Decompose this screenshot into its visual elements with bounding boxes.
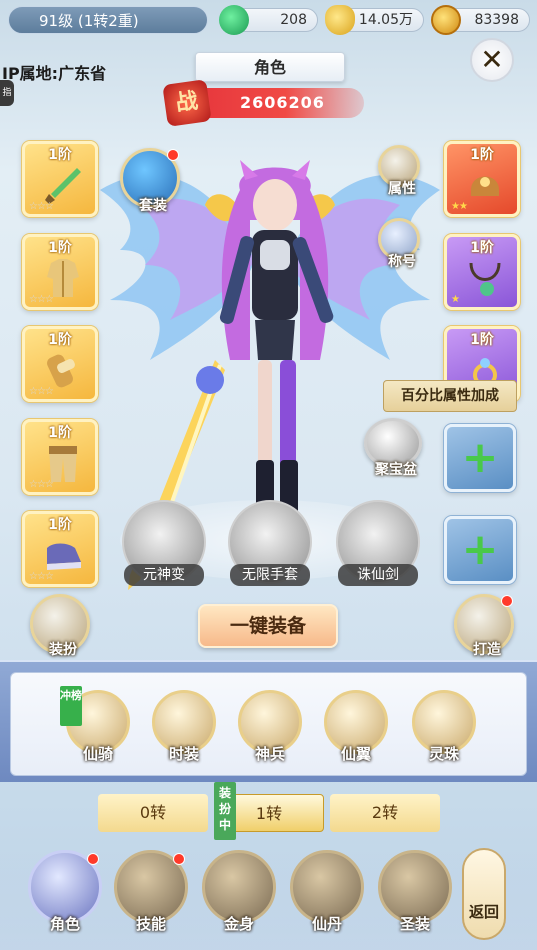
attributes-button[interactable]: 属性 xyxy=(378,145,420,197)
equip-slot-armor[interactable]: 1阶 ☆☆☆ xyxy=(22,234,98,310)
category-costume[interactable]: 时装 xyxy=(152,690,216,763)
sword-icon xyxy=(45,168,81,204)
equip-slot-empty-1[interactable]: + xyxy=(444,424,516,492)
add-icon: + xyxy=(461,524,499,575)
suit-label: 套装 xyxy=(139,198,167,214)
notification-dot xyxy=(501,595,513,607)
slot-stars: ☆☆☆ xyxy=(29,479,54,490)
nav-label: 圣装 xyxy=(399,915,430,933)
jade-resource[interactable]: 208 xyxy=(219,5,318,35)
slot-stars: ☆☆☆ xyxy=(29,201,54,212)
equipped-tag: 装扮中 xyxy=(214,782,236,840)
slot-tier: 1阶 xyxy=(48,147,72,163)
page-title: 角色 xyxy=(195,52,345,82)
coin-resource[interactable]: 83398 xyxy=(431,5,530,35)
equip-slot-leggings[interactable]: 1阶 ☆☆☆ xyxy=(22,419,98,495)
slot-stars: ☆☆☆ xyxy=(29,386,54,397)
notification-dot xyxy=(87,853,99,865)
dress-label: 装扮 xyxy=(49,642,77,658)
percent-bonus-tooltip: 百分比属性加成 xyxy=(383,380,517,412)
category-label: 仙骑 xyxy=(82,745,113,763)
slot-tier: 1阶 xyxy=(48,425,72,441)
close-icon: ✕ xyxy=(480,43,504,76)
rank-tag: 冲榜 xyxy=(60,686,82,726)
necklace-icon xyxy=(469,262,501,296)
nav-skills[interactable]: 技能 xyxy=(114,850,188,933)
combat-power-value: 2606206 xyxy=(240,93,325,112)
slot-tier: 1阶 xyxy=(48,517,72,533)
slot-stars: ☆☆☆ xyxy=(29,571,54,582)
ip-location: IP属地:广东省 xyxy=(2,64,107,83)
nav-label: 角色 xyxy=(49,915,80,933)
nav-holy-armor[interactable]: 圣装 xyxy=(378,850,452,933)
treasure-bowl-button[interactable]: 聚宝盆 xyxy=(364,418,422,478)
nav-label: 技能 xyxy=(135,915,166,933)
back-button[interactable]: 返回 xyxy=(462,848,506,940)
gold-ingot-icon xyxy=(325,5,355,35)
attributes-label: 属性 xyxy=(388,181,416,197)
helmet-icon xyxy=(471,176,499,196)
armor-icon xyxy=(47,259,79,297)
slot-tier: 1阶 xyxy=(48,240,72,256)
notification-dot xyxy=(167,149,179,161)
forge-button[interactable]: 打造 xyxy=(454,594,514,658)
ingot-value: 14.05万 xyxy=(358,12,413,28)
title-button[interactable]: 称号 xyxy=(378,218,420,270)
one-key-equip-button[interactable]: 一键装备 xyxy=(198,604,338,648)
category-label: 时装 xyxy=(168,745,199,763)
treasure-label: 聚宝盆 xyxy=(375,462,417,478)
equip-slot-necklace[interactable]: 1阶 ★ xyxy=(444,234,520,310)
category-spirit-orb[interactable]: 灵珠 xyxy=(412,690,476,763)
level-text: 91级 (1转2重) xyxy=(39,12,139,30)
suit-button[interactable]: 套装 xyxy=(120,148,180,214)
category-divine-weapon[interactable]: 神兵 xyxy=(238,690,302,763)
coin-value: 83398 xyxy=(474,12,519,28)
nav-elixir[interactable]: 仙丹 xyxy=(290,850,364,933)
boots-icon xyxy=(47,543,81,570)
equip-slot-bracer[interactable]: 1阶 ☆☆☆ xyxy=(22,326,98,402)
slot-tier: 1阶 xyxy=(470,147,494,163)
side-tab[interactable]: 指 xyxy=(0,80,14,106)
skill-label: 无限手套 xyxy=(230,564,310,586)
jade-icon xyxy=(219,5,249,35)
tab-zhuan-0[interactable]: 0转 xyxy=(98,794,208,832)
coin-icon xyxy=(431,5,461,35)
slot-tier: 1阶 xyxy=(470,332,494,348)
level-display: 91级 (1转2重) xyxy=(8,6,208,34)
equip-slot-helmet[interactable]: 1阶 ★★ xyxy=(444,141,520,217)
slot-tier: 1阶 xyxy=(48,332,72,348)
slot-stars: ★ xyxy=(451,294,460,305)
nav-label: 仙丹 xyxy=(311,915,342,933)
equip-slot-boots[interactable]: 1阶 ☆☆☆ xyxy=(22,511,98,587)
slot-stars: ★★ xyxy=(451,201,468,212)
tab-zhuan-2[interactable]: 2转 xyxy=(330,794,440,832)
close-button[interactable]: ✕ xyxy=(470,38,514,82)
bracer-icon xyxy=(47,354,75,388)
notification-dot xyxy=(173,853,185,865)
equip-slot-empty-2[interactable]: + xyxy=(444,516,516,584)
skill-zhuxian-sword[interactable]: 诛仙剑 xyxy=(336,500,420,586)
nav-character[interactable]: 角色 xyxy=(28,850,102,933)
equip-slot-weapon[interactable]: 1阶 ☆☆☆ xyxy=(22,141,98,217)
skill-spirit-transform[interactable]: 元神变 xyxy=(122,500,206,586)
category-label: 灵珠 xyxy=(428,745,459,763)
jade-value: 208 xyxy=(280,12,307,28)
category-label: 神兵 xyxy=(254,745,285,763)
forge-label: 打造 xyxy=(473,642,501,658)
nav-golden-body[interactable]: 金身 xyxy=(202,850,276,933)
title-label: 称号 xyxy=(388,254,416,270)
dress-button[interactable]: 装扮 xyxy=(30,594,90,658)
slot-tier: 1阶 xyxy=(470,240,494,256)
skill-infinity-gauntlet[interactable]: 无限手套 xyxy=(228,500,312,586)
skill-label: 诛仙剑 xyxy=(338,564,418,586)
category-wings[interactable]: 仙翼 xyxy=(324,690,388,763)
skill-label: 元神变 xyxy=(124,564,204,586)
leggings-icon xyxy=(49,446,77,482)
nav-label: 金身 xyxy=(223,915,254,933)
ingot-resource[interactable]: 14.05万 xyxy=(325,5,424,35)
category-label: 仙翼 xyxy=(340,745,371,763)
add-icon: + xyxy=(461,432,499,483)
slot-stars: ☆☆☆ xyxy=(29,294,54,305)
